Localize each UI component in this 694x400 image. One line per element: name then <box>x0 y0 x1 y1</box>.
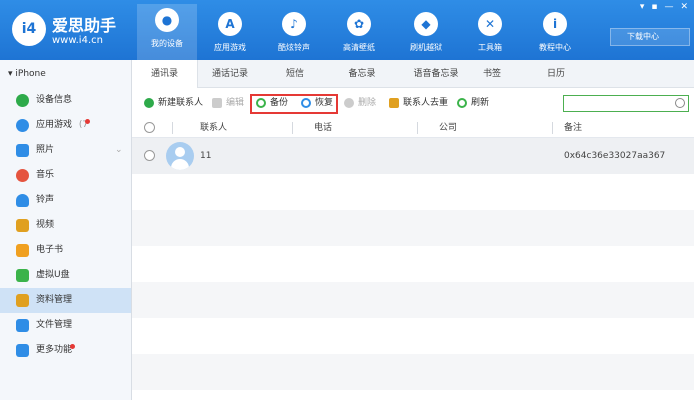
window-controls: ▾ ▪ — ✕ <box>640 2 688 12</box>
nav-tutorials[interactable]: i 教程中心 <box>525 8 585 58</box>
close-icon[interactable]: ✕ <box>680 2 688 12</box>
column-header-company[interactable]: 公司 <box>439 118 457 138</box>
search-box <box>563 95 689 112</box>
app-logo: i4 <box>12 12 46 46</box>
notification-dot <box>85 119 90 124</box>
download-center-button[interactable]: 下载中心 <box>610 28 690 46</box>
table-row-empty <box>132 318 694 354</box>
table-row-empty <box>132 246 694 282</box>
usb-icon <box>16 269 29 282</box>
appstore-icon: A <box>218 12 242 36</box>
nav-wallpapers[interactable]: ✿ 高清壁纸 <box>329 8 389 58</box>
sidebar-item-music[interactable]: 音乐 <box>0 163 131 188</box>
brand-url: www.i4.cn <box>52 35 103 46</box>
photo-icon <box>16 144 29 157</box>
column-header-phone[interactable]: 电话 <box>314 118 332 138</box>
table-row-empty <box>132 210 694 246</box>
avatar <box>166 142 194 170</box>
nav-my-device[interactable]: ● 我的设备 <box>137 4 197 60</box>
sidebar-item-photos[interactable]: 照片 ⌄ <box>0 138 131 163</box>
tab-call-log[interactable]: 通话记录 <box>202 60 258 88</box>
apple-icon: ● <box>155 8 179 32</box>
dedupe-icon <box>389 98 399 108</box>
data-icon <box>16 294 29 307</box>
music-icon <box>16 169 29 182</box>
top-bar: i4 爱思助手 www.i4.cn ● 我的设备 A 应用游戏 ♪ 酷炫铃声 ✿… <box>0 0 694 60</box>
new-contact-button[interactable]: 新建联系人 <box>144 96 203 110</box>
appstore-icon <box>16 119 29 132</box>
dropbox-icon: ◆ <box>414 12 438 36</box>
sidebar-item-file-management[interactable]: 文件管理 <box>0 313 131 338</box>
nav-flash-jailbreak[interactable]: ◆ 刷机越狱 <box>396 8 456 58</box>
tab-calendar[interactable]: 日历 <box>536 60 576 88</box>
table-row-empty <box>132 354 694 390</box>
row-checkbox[interactable] <box>144 150 155 161</box>
video-icon <box>16 219 29 232</box>
column-header-note[interactable]: 备注 <box>564 118 582 138</box>
backup-restore-highlight <box>250 94 338 114</box>
sidebar-item-more[interactable]: 更多功能 <box>0 338 131 363</box>
add-icon <box>144 98 154 108</box>
nav-apps[interactable]: A 应用游戏 <box>200 8 260 58</box>
skin-icon[interactable]: ▪ <box>651 2 657 12</box>
chevron-down-icon[interactable]: ⌄ <box>115 138 123 163</box>
tab-contacts[interactable]: 通讯录 <box>132 60 198 88</box>
delete-icon <box>344 98 354 108</box>
contact-name: 11 <box>200 151 212 161</box>
table-row[interactable]: 11 0x64c36e33027aa367 <box>132 138 694 174</box>
edit-icon <box>212 98 222 108</box>
sidebar-item-virtual-usb[interactable]: 虚拟U盘 <box>0 263 131 288</box>
device-selector[interactable]: ▾ iPhone <box>0 60 131 88</box>
column-divider <box>417 122 418 134</box>
sidebar-item-data-management[interactable]: 资料管理 <box>0 288 131 313</box>
column-header-contact[interactable]: 联系人 <box>200 118 227 138</box>
refresh-button[interactable]: 刷新 <box>457 96 489 110</box>
tab-voice-memos[interactable]: 语音备忘录 <box>398 60 474 88</box>
search-icon[interactable] <box>675 98 685 108</box>
info-icon <box>16 94 29 107</box>
dropdown-icon[interactable]: ▾ <box>640 2 645 12</box>
column-divider <box>552 122 553 134</box>
dedupe-contacts-button[interactable]: 联系人去重 <box>389 96 448 110</box>
tools-icon: ✕ <box>478 12 502 36</box>
table-row-empty <box>132 282 694 318</box>
column-divider <box>292 122 293 134</box>
folder-icon <box>16 319 29 332</box>
tab-bar: 通讯录 通话记录 短信 备忘录 语音备忘录 书签 日历 <box>132 60 694 88</box>
column-divider <box>172 122 173 134</box>
tab-memos[interactable]: 备忘录 <box>334 60 390 88</box>
search-input[interactable] <box>564 96 672 111</box>
minimize-icon[interactable]: — <box>664 2 673 12</box>
book-icon <box>16 244 29 257</box>
sidebar-item-apps[interactable]: 应用游戏 (7 <box>0 113 131 138</box>
info-icon: i <box>543 12 567 36</box>
sidebar-item-ringtones[interactable]: 铃声 <box>0 188 131 213</box>
sidebar-item-device-info[interactable]: 设备信息 <box>0 88 131 113</box>
grid-icon <box>16 344 29 357</box>
table-header: 联系人 电话 公司 备注 <box>132 118 694 138</box>
bell-icon: ♪ <box>282 12 306 36</box>
sidebar-item-videos[interactable]: 视频 <box>0 213 131 238</box>
sidebar: ▾ iPhone 设备信息 应用游戏 (7 照片 ⌄ 音乐 铃声 视频 电子书 … <box>0 60 132 400</box>
nav-ringtones[interactable]: ♪ 酷炫铃声 <box>264 8 324 58</box>
refresh-icon <box>457 98 467 108</box>
flower-icon: ✿ <box>347 12 371 36</box>
notification-dot <box>70 344 75 349</box>
brand-name: 爱思助手 <box>52 16 117 35</box>
delete-button[interactable]: 删除 <box>344 96 376 110</box>
bell-icon <box>16 194 29 207</box>
contact-note: 0x64c36e33027aa367 <box>564 151 666 161</box>
sidebar-item-ebooks[interactable]: 电子书 <box>0 238 131 263</box>
select-all-checkbox[interactable] <box>144 122 155 133</box>
edit-button[interactable]: 编辑 <box>212 96 244 110</box>
table-row-empty <box>132 174 694 210</box>
tab-bookmarks[interactable]: 书签 <box>472 60 512 88</box>
tab-sms[interactable]: 短信 <box>270 60 320 88</box>
nav-toolbox[interactable]: ✕ 工具箱 <box>460 8 520 58</box>
